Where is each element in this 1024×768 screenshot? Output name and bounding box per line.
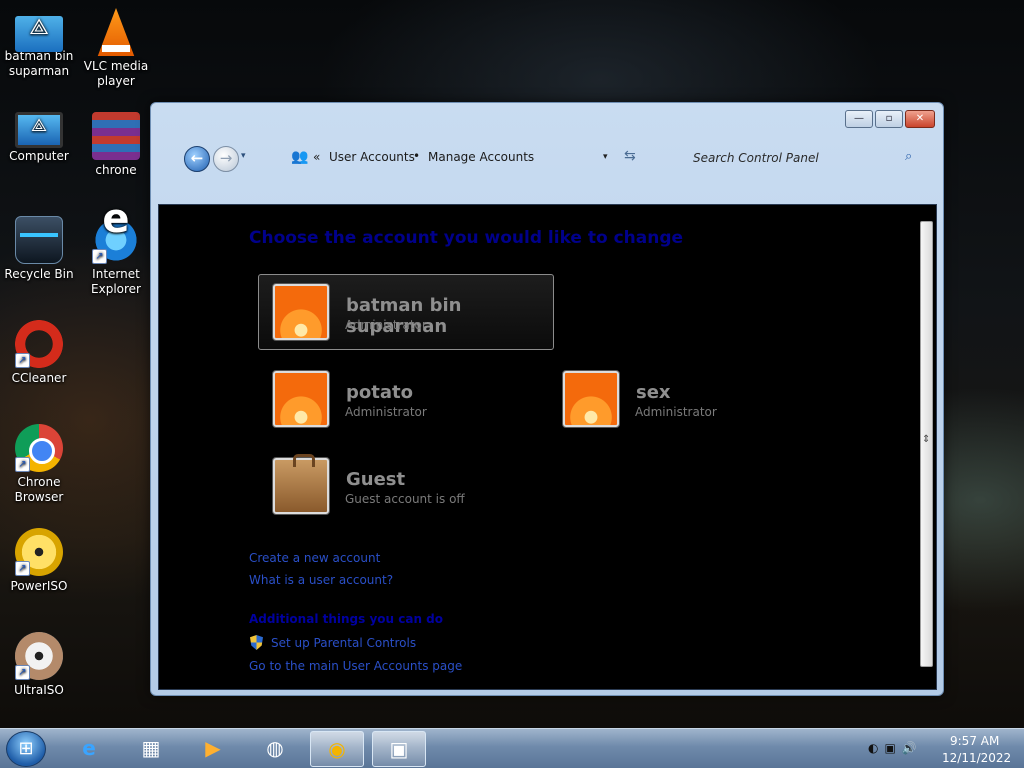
what-is-user-account-link[interactable]: What is a user account?: [249, 573, 393, 587]
account-role: Administrator: [345, 405, 427, 419]
shortcut-arrow-icon: ↗: [15, 561, 30, 576]
desktop-icon-internet-explorer[interactable]: ↗ Internet Explorer: [76, 212, 156, 297]
vlc-cone-icon: [97, 8, 135, 56]
page-title: Choose the account you would like to cha…: [249, 228, 684, 248]
desktop-icon-label: Recycle Bin: [4, 267, 74, 281]
account-name: Guest: [346, 469, 406, 490]
computer-icon: [15, 112, 63, 148]
account-role: Administrator: [635, 405, 717, 419]
additional-things-heading: Additional things you can do: [249, 612, 444, 626]
clock-time[interactable]: 9:57 AM: [950, 734, 999, 748]
account-tile-potato[interactable]: potato Administrator: [258, 361, 554, 437]
breadcrumb-user-accounts[interactable]: User Accounts: [329, 150, 415, 164]
recycle-bin-icon: [15, 216, 63, 264]
account-name: sex: [636, 382, 671, 403]
maximize-button[interactable]: ▫: [875, 110, 903, 128]
desktop-icon-label: Computer: [9, 149, 69, 163]
desktop-icon-poweriso[interactable]: ↗ PowerISO: [0, 528, 79, 594]
vertical-scrollbar[interactable]: ⇕: [920, 221, 933, 667]
shortcut-arrow-icon: ↗: [15, 665, 30, 680]
desktop-icon-ccleaner[interactable]: ↗ CCleaner: [0, 320, 79, 386]
uac-shield-icon: [250, 635, 263, 650]
forward-button[interactable]: →: [213, 146, 239, 172]
create-account-link[interactable]: Create a new account: [249, 551, 380, 565]
flower-avatar-icon: [273, 371, 329, 427]
desktop-icon-batman-folder[interactable]: batman bin suparman: [0, 10, 79, 79]
account-role: Guest account is off: [345, 492, 465, 506]
desktop-icon-label: batman bin suparman: [4, 49, 74, 78]
content-pane: Choose the account you would like to cha…: [158, 204, 937, 690]
folder-icon: [15, 16, 63, 52]
shortcut-arrow-icon: ↗: [15, 353, 30, 368]
shortcut-arrow-icon: ↗: [15, 457, 30, 472]
account-tile-guest[interactable]: Guest Guest account is off: [258, 448, 554, 524]
desktop-icon-recycle-bin[interactable]: Recycle Bin: [0, 216, 79, 282]
breadcrumb-overflow-chevron[interactable]: «: [313, 150, 320, 164]
desktop-icon-vlc[interactable]: VLC media player: [76, 8, 156, 89]
flower-avatar-icon: [273, 284, 329, 340]
desktop-icon-label: UltraISO: [14, 683, 64, 697]
account-role: Administrator: [345, 318, 427, 332]
account-name: potato: [346, 382, 413, 403]
taskbar-globe-app[interactable]: ◍: [248, 731, 302, 767]
desktop-icon-ultraiso[interactable]: ↗ UltraISO: [0, 632, 79, 698]
search-input[interactable]: [689, 147, 929, 169]
recent-pages-dropdown[interactable]: ▾: [241, 151, 246, 161]
chrome-icon: ↗: [15, 424, 63, 472]
minimize-button[interactable]: —: [845, 110, 873, 128]
account-tile-batman[interactable]: batman bin suparman Administrator: [258, 274, 554, 350]
desktop-icon-label: Chrone Browser: [14, 475, 64, 504]
account-tile-sex[interactable]: sex Administrator: [548, 361, 844, 437]
desktop-icon-label: chrone: [95, 163, 137, 177]
main-user-accounts-link[interactable]: Go to the main User Accounts page: [249, 659, 462, 673]
briefcase-avatar-icon: [273, 454, 329, 514]
search-icon[interactable]: ⌕: [905, 149, 912, 164]
start-button[interactable]: ⊞: [6, 731, 46, 767]
taskbar: ⊞ e ▦ ▶ ◍ ◉ ▣ ◐▣🔊 9:57 AM 12/11/2022: [0, 728, 1024, 768]
taskbar-internet-explorer[interactable]: e: [62, 731, 116, 767]
desktop-icon-label: CCleaner: [11, 371, 67, 385]
shortcut-arrow-icon: ↗: [92, 249, 107, 264]
scroll-grip-icon: ⇕: [922, 434, 931, 445]
winrar-archive-icon: [92, 112, 140, 160]
address-dropdown-icon[interactable]: ▾: [603, 152, 608, 162]
poweriso-disc-icon: ↗: [15, 528, 63, 576]
close-button[interactable]: ✕: [905, 110, 935, 128]
system-tray-icons[interactable]: ◐▣🔊: [868, 741, 923, 755]
back-button[interactable]: ←: [184, 146, 210, 172]
flower-avatar-icon: [563, 371, 619, 427]
desktop-icon-computer[interactable]: Computer: [0, 110, 79, 164]
ccleaner-icon: ↗: [15, 320, 63, 368]
clock-date[interactable]: 12/11/2022: [942, 751, 1011, 765]
parental-controls-link[interactable]: Set up Parental Controls: [271, 636, 416, 650]
desktop-icon-label: VLC media player: [83, 59, 149, 88]
user-accounts-icon: 👥: [291, 149, 309, 165]
desktop-icon-label: PowerISO: [10, 579, 68, 593]
desktop-icon-chrone[interactable]: chrone: [76, 112, 156, 178]
taskbar-media-center[interactable]: ▦: [124, 731, 178, 767]
internet-explorer-icon: ↗: [92, 212, 140, 264]
ultraiso-disc-icon: ↗: [15, 632, 63, 680]
taskbar-chrone-browser[interactable]: ◉: [310, 731, 364, 767]
desktop-icon-chrone-browser[interactable]: ↗ Chrone Browser: [0, 424, 79, 505]
taskbar-media-player[interactable]: ▶: [186, 731, 240, 767]
user-accounts-window: — ▫ ✕ ← → ▾ 👥 « User Accounts • Manage A…: [150, 102, 944, 696]
window-controls: — ▫ ✕: [845, 110, 935, 128]
breadcrumb-manage-accounts[interactable]: Manage Accounts: [428, 150, 534, 164]
refresh-icon[interactable]: ⇆: [624, 148, 636, 164]
taskbar-control-panel[interactable]: ▣: [372, 731, 426, 767]
desktop-icon-label: Internet Explorer: [91, 267, 141, 296]
breadcrumb-separator[interactable]: •: [413, 149, 420, 163]
